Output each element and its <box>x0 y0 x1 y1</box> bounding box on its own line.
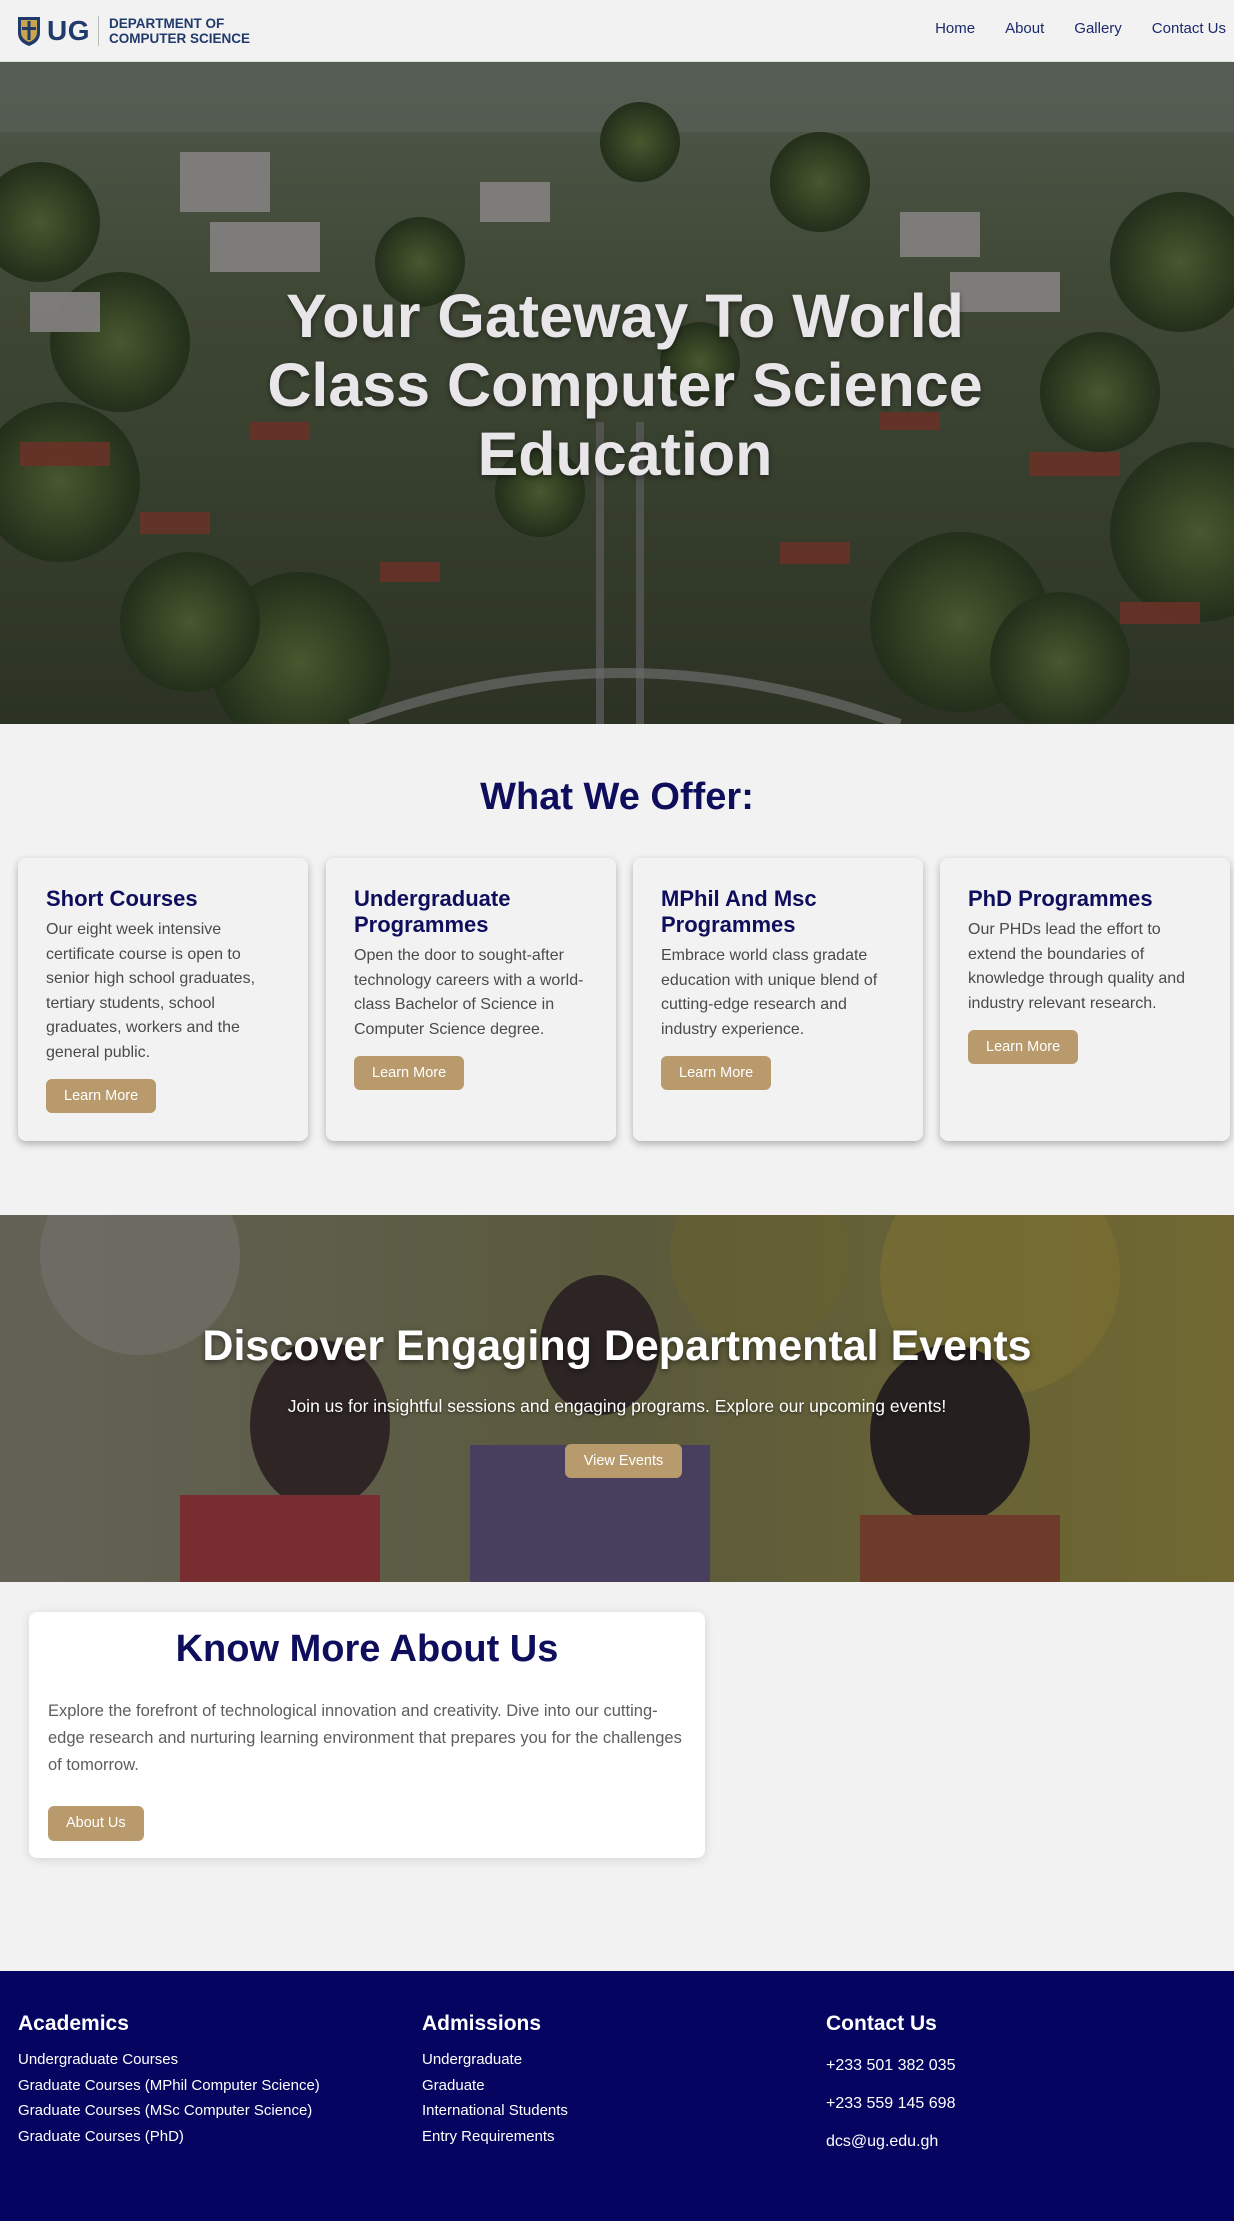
footer-link[interactable]: International Students <box>422 2098 568 2124</box>
hero-title: Your Gateway To World Class Computer Sci… <box>267 282 983 488</box>
about-title: Know More About Us <box>175 1628 559 1670</box>
department-line-1: DEPARTMENT OF <box>109 15 225 31</box>
hero-section: Your Gateway To World Class Computer Sci… <box>0 62 1234 724</box>
learn-more-button[interactable]: Learn More <box>661 1056 772 1090</box>
footer-admissions: Admissions Undergraduate Graduate Intern… <box>422 2012 568 2149</box>
crest-icon <box>18 16 40 46</box>
footer-link[interactable]: Graduate Courses (PhD) <box>18 2124 320 2150</box>
footer-academics: Academics Undergraduate Courses Graduate… <box>18 2012 320 2149</box>
main-nav: Home About Gallery Contact Us <box>935 20 1226 37</box>
footer-link[interactable]: Entry Requirements <box>422 2124 568 2150</box>
offers-title: What We Offer: <box>480 776 754 818</box>
logo-ug-text: UG <box>47 14 90 46</box>
footer-contact: Contact Us +233 501 382 035 +233 559 145… <box>826 2012 955 2161</box>
nav-home[interactable]: Home <box>935 20 975 37</box>
department-line-2: COMPUTER SCIENCE <box>109 30 251 46</box>
card-title: Short Courses <box>46 886 198 911</box>
footer-heading: Contact Us <box>826 2012 937 2035</box>
card-title: Undergraduate Programmes <box>354 886 511 937</box>
nav-gallery[interactable]: Gallery <box>1074 20 1122 37</box>
offer-card-undergraduate: Undergraduate Programmes Open the door t… <box>326 858 616 1141</box>
about-card: Know More About Us Explore the forefront… <box>29 1612 705 1858</box>
card-text: Our eight week intensive certificate cou… <box>46 921 256 1061</box>
nav-contact-us[interactable]: Contact Us <box>1152 20 1226 37</box>
events-section: Discover Engaging Departmental Events Jo… <box>0 1215 1234 1582</box>
about-us-button[interactable]: About Us <box>48 1806 144 1841</box>
card-text: Our PHDs lead the effort to extend the b… <box>968 921 1186 1012</box>
logo-divider <box>98 15 99 46</box>
footer-link[interactable]: Undergraduate <box>422 2047 568 2073</box>
contact-email[interactable]: dcs@ug.edu.gh <box>826 2123 955 2161</box>
department-name: DEPARTMENT OF COMPUTER SCIENCE <box>109 16 250 46</box>
offer-card-short-courses: Short Courses Our eight week intensive c… <box>18 858 308 1141</box>
view-events-button[interactable]: View Events <box>565 1444 682 1478</box>
site-header: UG DEPARTMENT OF COMPUTER SCIENCE Home A… <box>0 0 1234 62</box>
learn-more-button[interactable]: Learn More <box>46 1079 157 1113</box>
events-subtitle: Join us for insightful sessions and enga… <box>287 1396 947 1416</box>
card-text: Open the door to sought-after technology… <box>354 947 584 1038</box>
site-footer: Academics Undergraduate Courses Graduate… <box>0 1971 1234 2221</box>
footer-link[interactable]: Graduate Courses (MPhil Computer Science… <box>18 2073 320 2099</box>
offer-card-phd: PhD Programmes Our PHDs lead the effort … <box>940 858 1230 1141</box>
footer-link[interactable]: Undergraduate Courses <box>18 2047 320 2073</box>
offer-card-mphil-msc: MPhil And Msc Programmes Embrace world c… <box>633 858 923 1141</box>
card-title: PhD Programmes <box>968 886 1153 911</box>
about-text: Explore the forefront of technological i… <box>48 1702 682 1774</box>
card-text: Embrace world class gradate education wi… <box>661 947 878 1038</box>
events-title: Discover Engaging Departmental Events <box>202 1322 1032 1370</box>
logo[interactable]: UG DEPARTMENT OF COMPUTER SCIENCE <box>16 15 250 47</box>
footer-link[interactable]: Graduate Courses (MSc Computer Science) <box>18 2098 320 2124</box>
footer-link[interactable]: Graduate <box>422 2073 568 2099</box>
learn-more-button[interactable]: Learn More <box>354 1056 465 1090</box>
card-title: MPhil And Msc Programmes <box>661 886 817 937</box>
learn-more-button[interactable]: Learn More <box>968 1030 1079 1064</box>
contact-phone-2: +233 559 145 698 <box>826 2095 956 2112</box>
footer-heading: Admissions <box>422 2012 542 2035</box>
contact-phone-1: +233 501 382 035 <box>826 2057 956 2074</box>
nav-about[interactable]: About <box>1005 20 1044 37</box>
footer-heading: Academics <box>18 2012 129 2035</box>
